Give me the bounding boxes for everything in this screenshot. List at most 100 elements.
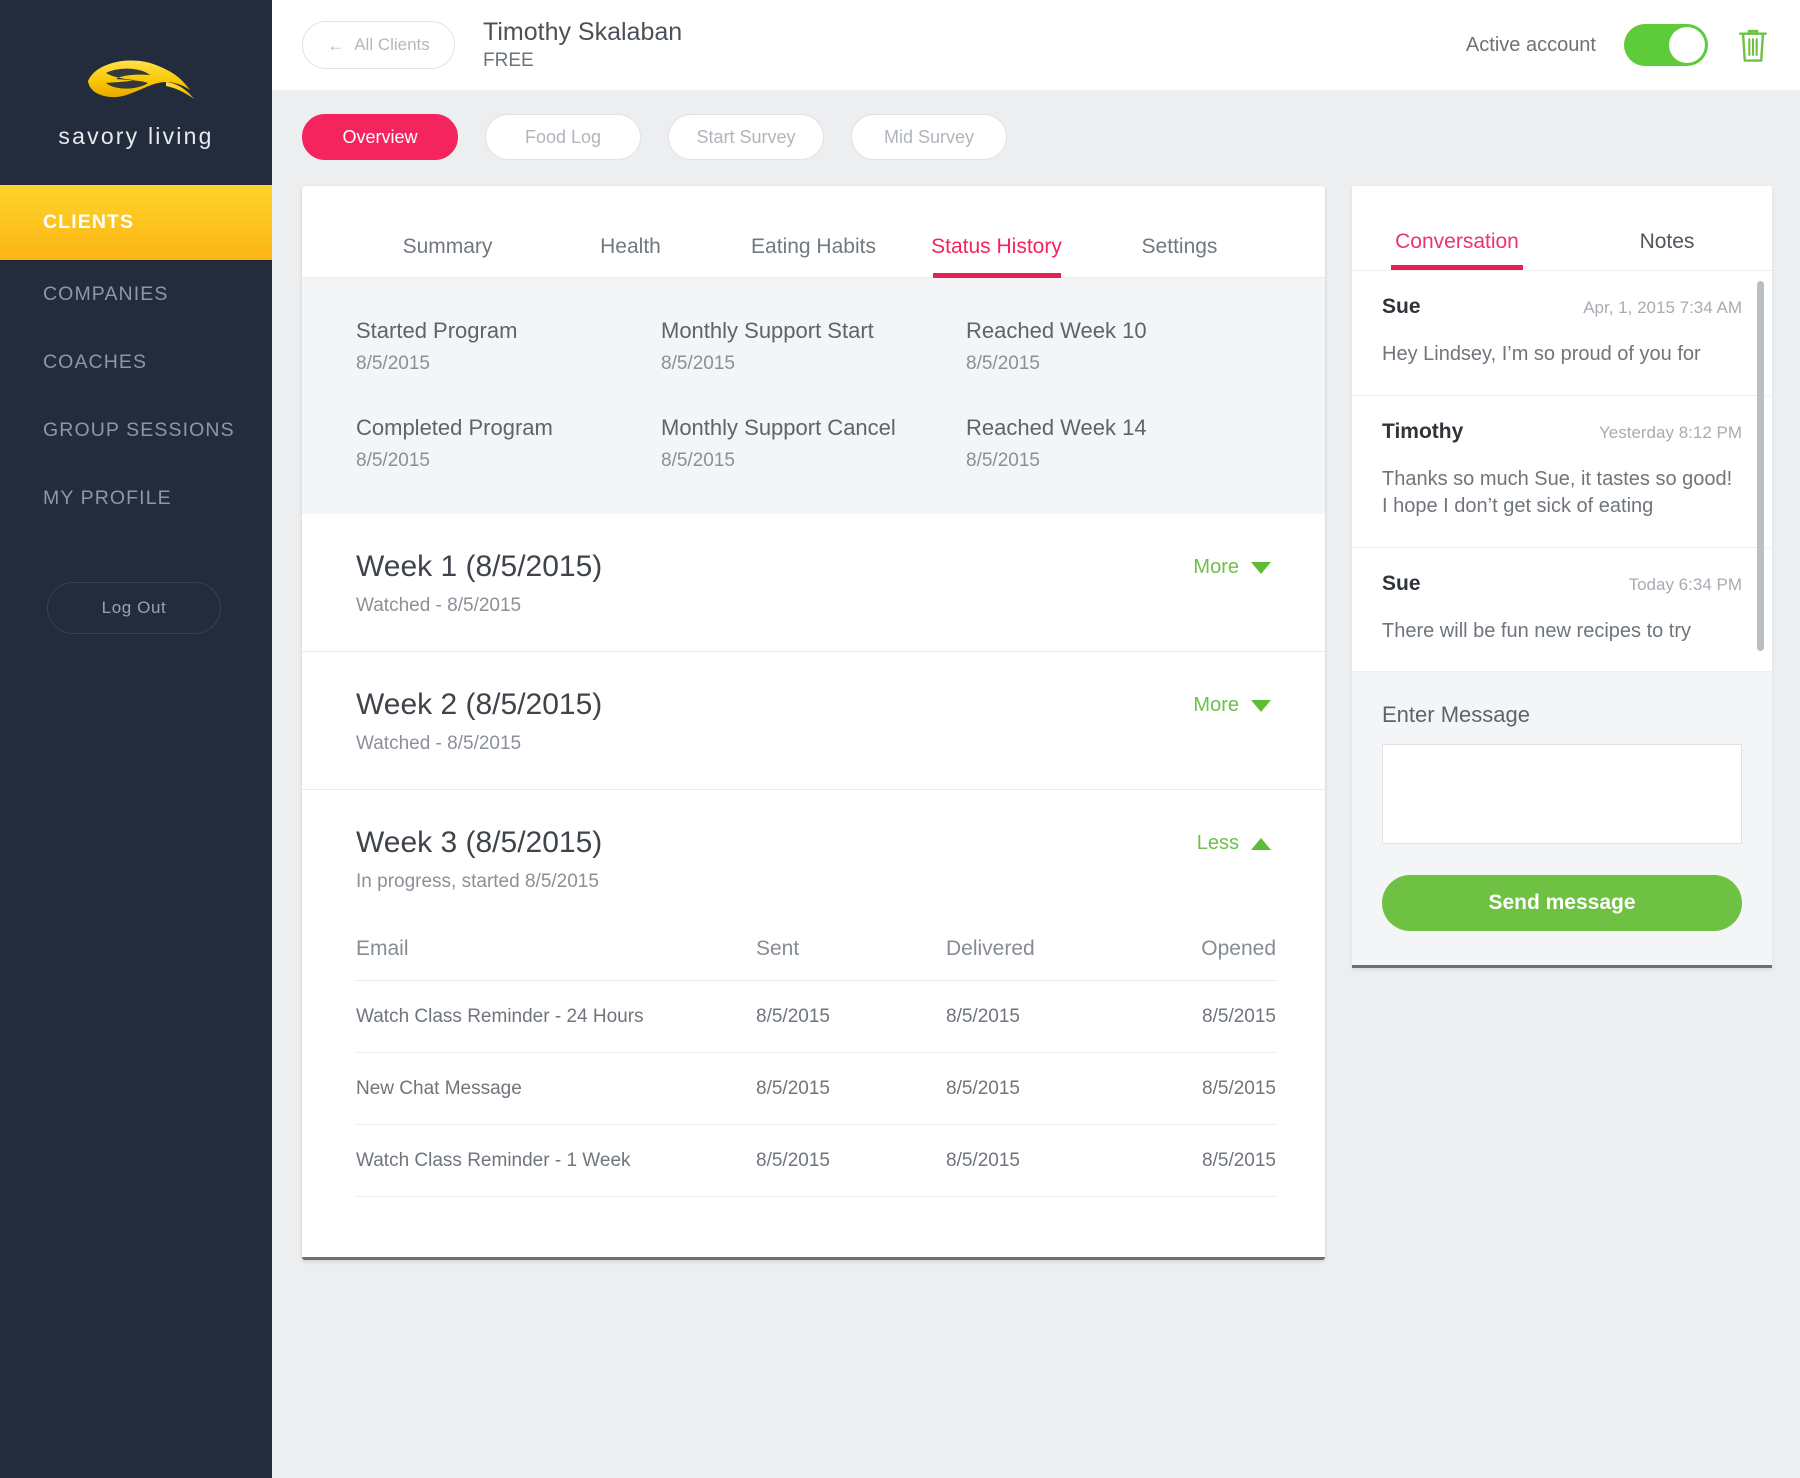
table-header-row: Email Sent Delivered Opened: [356, 937, 1276, 981]
week-toggle-label: More: [1193, 556, 1239, 578]
brand-name: savory living: [58, 123, 214, 149]
table-row: Watch Class Reminder - 24 Hours 8/5/2015…: [356, 980, 1276, 1053]
client-identity: Timothy Skalaban FREE: [483, 18, 682, 73]
active-account-toggle[interactable]: [1624, 24, 1708, 66]
column-header-sent: Sent: [756, 937, 946, 981]
sidebar-item-group-sessions[interactable]: GROUP SESSIONS: [0, 396, 272, 464]
status-entry: Reached Week 14 8/5/2015: [966, 415, 1271, 472]
week-header: Week 3 (8/5/2015) In progress, started 8…: [356, 826, 1271, 893]
tab-conversation[interactable]: Conversation: [1352, 230, 1562, 270]
tab-status-history[interactable]: Status History: [905, 235, 1088, 277]
week-section: Week 1 (8/5/2015) Watched - 8/5/2015 Mor…: [302, 514, 1325, 652]
pill-label: Overview: [342, 126, 418, 147]
cell-opened: 8/5/2015: [1136, 980, 1276, 1053]
tab-notes[interactable]: Notes: [1562, 230, 1772, 270]
week-header: Week 1 (8/5/2015) Watched - 8/5/2015 Mor…: [356, 550, 1271, 617]
status-label: Reached Week 10: [966, 318, 1147, 343]
message-list[interactable]: Sue Apr, 1, 2015 7:34 AM Hey Lindsey, I’…: [1352, 270, 1772, 673]
cell-opened: 8/5/2015: [1136, 1124, 1276, 1197]
trash-icon[interactable]: [1736, 26, 1770, 64]
week-text-block: Week 3 (8/5/2015) In progress, started 8…: [356, 826, 602, 893]
sidebar-item-coaches[interactable]: COACHES: [0, 328, 272, 396]
pill-tab-food-log[interactable]: Food Log: [485, 114, 641, 160]
message-scrollbar[interactable]: [1757, 281, 1764, 651]
tab-summary[interactable]: Summary: [356, 235, 539, 277]
all-clients-back-button[interactable]: ← All Clients: [302, 21, 455, 69]
sidebar-nav: CLIENTS COMPANIES COACHES GROUP SESSIONS…: [0, 185, 272, 532]
chevron-down-icon: [1251, 699, 1271, 712]
compose-area: Enter Message Send message: [1352, 672, 1772, 969]
tab-label: Settings: [1141, 235, 1218, 258]
cell-sent: 8/5/2015: [756, 1124, 946, 1197]
toggle-knob: [1669, 27, 1705, 63]
message-body: Thanks so much Sue, it tastes so good! I…: [1382, 467, 1733, 518]
active-account-label: Active account: [1465, 33, 1596, 56]
brand-logo: savory living: [0, 0, 272, 185]
arrow-left-icon: ←: [327, 35, 345, 55]
pill-tab-overview[interactable]: Overview: [302, 114, 458, 160]
sidebar-item-companies[interactable]: COMPANIES: [0, 260, 272, 328]
message-author: Sue: [1382, 571, 1421, 595]
tab-health[interactable]: Health: [539, 235, 722, 277]
status-label: Completed Program: [356, 415, 553, 440]
sidebar-item-label: CLIENTS: [43, 211, 135, 233]
log-out-button[interactable]: Log Out: [47, 582, 221, 634]
table-body: Watch Class Reminder - 24 Hours 8/5/2015…: [356, 980, 1276, 1197]
app-root: savory living CLIENTS COMPANIES COACHES …: [0, 0, 1800, 1478]
content-columns: Summary Health Eating Habits Status Hist…: [272, 160, 1800, 1478]
conversation-panel: Conversation Notes Sue Apr, 1, 2015 7:34…: [1352, 186, 1772, 969]
message-header: Timothy Yesterday 8:12 PM: [1382, 420, 1742, 444]
tab-eating-habits[interactable]: Eating Habits: [722, 235, 905, 277]
week-text-block: Week 1 (8/5/2015) Watched - 8/5/2015: [356, 550, 602, 617]
cell-delivered: 8/5/2015: [946, 1124, 1136, 1197]
week-collapse-toggle[interactable]: Less: [1197, 826, 1271, 855]
status-date: 8/5/2015: [966, 353, 1040, 374]
message-item: Timothy Yesterday 8:12 PM Thanks so much…: [1352, 396, 1772, 548]
table-row: Watch Class Reminder - 1 Week 8/5/2015 8…: [356, 1124, 1276, 1197]
cell-email: New Chat Message: [356, 1052, 756, 1125]
pill-label: Start Survey: [696, 126, 796, 147]
status-date: 8/5/2015: [966, 450, 1040, 471]
message-timestamp: Yesterday 8:12 PM: [1598, 422, 1742, 442]
all-clients-label: All Clients: [354, 35, 430, 54]
cell-opened: 8/5/2015: [1136, 1052, 1276, 1125]
week-expand-toggle[interactable]: More: [1193, 550, 1271, 579]
pill-label: Food Log: [524, 126, 602, 147]
status-entry: Completed Program 8/5/2015: [356, 415, 661, 472]
status-history-grid: Started Program 8/5/2015 Monthly Support…: [302, 278, 1325, 514]
status-date: 8/5/2015: [661, 353, 735, 374]
sidebar-item-my-profile[interactable]: MY PROFILE: [0, 464, 272, 532]
table-head: Email Sent Delivered Opened: [356, 937, 1276, 981]
sidebar-item-clients[interactable]: CLIENTS: [0, 185, 272, 260]
tab-settings[interactable]: Settings: [1088, 235, 1271, 277]
tab-label: Notes: [1639, 230, 1695, 253]
status-entry: Monthly Support Start 8/5/2015: [661, 318, 966, 375]
column-header-delivered: Delivered: [946, 937, 1136, 981]
message-item: Sue Today 6:34 PM There will be fun new …: [1352, 548, 1772, 673]
cell-sent: 8/5/2015: [756, 980, 946, 1053]
status-label: Started Program: [356, 318, 518, 343]
pill-tab-start-survey[interactable]: Start Survey: [668, 114, 824, 160]
client-name: Timothy Skalaban: [483, 17, 683, 46]
send-message-button[interactable]: Send message: [1382, 875, 1742, 932]
chat-tabs: Conversation Notes: [1352, 186, 1772, 270]
chevron-up-icon: [1251, 837, 1271, 850]
message-author: Timothy: [1382, 419, 1464, 443]
message-input[interactable]: [1382, 744, 1742, 845]
status-entry: Reached Week 10 8/5/2015: [966, 318, 1271, 375]
tab-label: Eating Habits: [751, 235, 876, 258]
message-header: Sue Apr, 1, 2015 7:34 AM: [1382, 295, 1742, 319]
week-expand-toggle[interactable]: More: [1193, 688, 1271, 717]
pill-tab-mid-survey[interactable]: Mid Survey: [851, 114, 1007, 160]
week-title: Week 2 (8/5/2015): [356, 688, 603, 721]
chat-card: Conversation Notes Sue Apr, 1, 2015 7:34…: [1352, 186, 1772, 969]
week-status: Watched - 8/5/2015: [356, 733, 522, 754]
week-section: Week 2 (8/5/2015) Watched - 8/5/2015 Mor…: [302, 652, 1325, 790]
cell-delivered: 8/5/2015: [946, 980, 1136, 1053]
sidebar-item-label: COACHES: [43, 350, 148, 373]
sidebar-item-label: GROUP SESSIONS: [43, 418, 235, 441]
tab-label: Summary: [402, 235, 493, 258]
tab-label: Conversation: [1395, 230, 1519, 253]
top-bar: ← All Clients Timothy Skalaban FREE Acti…: [272, 0, 1800, 90]
status-label: Monthly Support Start: [661, 318, 874, 343]
